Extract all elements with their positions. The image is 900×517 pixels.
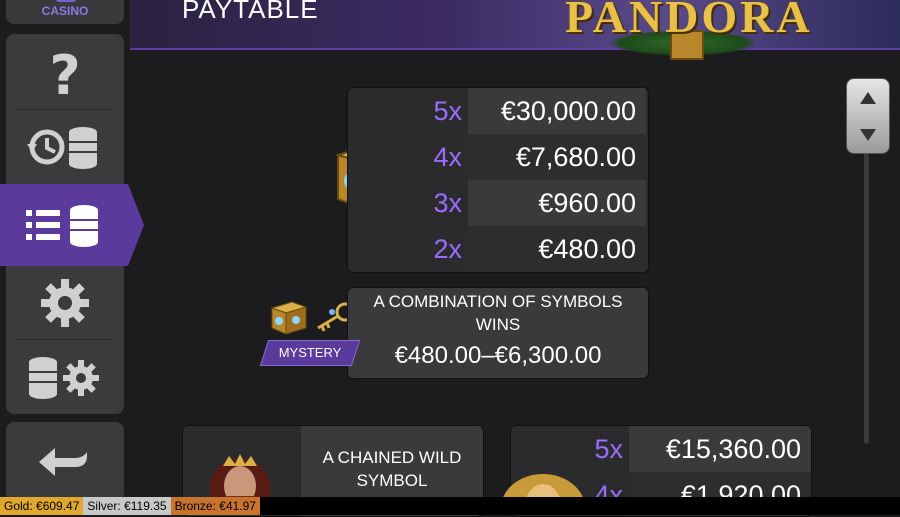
scroll-down-button[interactable] [847,116,889,153]
casino-logo: CASINO [6,0,124,24]
scroll-up-button[interactable] [847,79,889,116]
table-row: 3x €960.00 [348,180,646,226]
multiplier-label: 5x [348,88,468,134]
triangle-up-icon [860,91,876,104]
mystery-combination-box: A COMBINATION OF SYMBOLS WINS €480.00–€6… [347,287,649,379]
payout-value: €7,680.00 [468,134,646,180]
mini-pandora-box-icon [270,301,308,335]
header: PAYTABLE PANDORA [130,0,900,60]
back-button[interactable] [6,422,124,502]
wild-description-line-1: A CHAINED WILD [322,448,462,467]
table-row: 5x €30,000.00 [348,88,646,134]
paytable-list-coins-icon [26,205,98,247]
payout-value: €480.00 [468,226,646,272]
multiplier-label: 5x [511,426,629,472]
triangle-down-icon [860,128,876,141]
payout-value: €30,000.00 [468,88,646,134]
back-arrow-icon [39,448,87,476]
table-row: 5x €15,360.00 [511,426,811,472]
game-logo: PANDORA [565,0,813,42]
casino-logo-label: CASINO [41,4,89,18]
history-coins-icon [27,127,97,169]
jackpot-bar: Gold: €609.47 Silver: €119.35 Bronze: €4… [0,497,900,515]
nav-divider [16,109,114,110]
scroll-buttons [846,78,890,154]
payout-value: €960.00 [468,180,646,226]
casino-logo-mark [56,0,76,2]
sidebar-item-history[interactable] [6,111,124,183]
mystery-description-line-1: A COMBINATION OF SYMBOLS [373,292,623,311]
wild-description-line-2: SYMBOL [356,471,428,490]
page-title: PAYTABLE [182,0,319,24]
scrollbar-track[interactable] [864,152,869,444]
sidebar-item-settings[interactable] [6,268,124,338]
mystery-description-line-2: WINS [475,315,521,334]
payout-value: €15,360.00 [629,426,811,472]
gold-jackpot: Gold: €609.47 [0,497,84,515]
svg-text:?: ? [49,46,80,100]
pandora-box-paytable: 5x €30,000.00 4x €7,680.00 3x €960.00 2x… [347,87,649,273]
nav-divider [16,339,114,340]
bronze-jackpot: Bronze: €41.97 [170,497,260,515]
sidebar-item-help[interactable]: ? [6,38,124,108]
mystery-payout-range: €480.00–€6,300.00 [394,342,602,369]
table-row: 2x €480.00 [348,226,646,272]
multiplier-label: 4x [433,142,462,172]
gear-icon [41,279,89,327]
mystery-badge-label: MYSTERY [278,345,342,360]
sidebar-item-bet-settings[interactable] [6,341,124,413]
wild-description: A CHAINED WILD SYMBOL [301,446,483,492]
mystery-badge: MYSTERY [259,340,361,366]
question-icon: ? [49,46,80,100]
multiplier-label: 3x [348,180,468,226]
sidebar-item-paytable[interactable] [0,184,144,266]
multiplier-label: 2x [433,234,462,264]
coins-gear-icon [29,357,99,399]
silver-jackpot: Silver: €119.35 [83,497,171,515]
table-row: 4x €7,680.00 [348,134,646,180]
mystery-description: A COMBINATION OF SYMBOLS WINS [348,290,648,336]
sidebar: CASINO ? [0,0,144,515]
